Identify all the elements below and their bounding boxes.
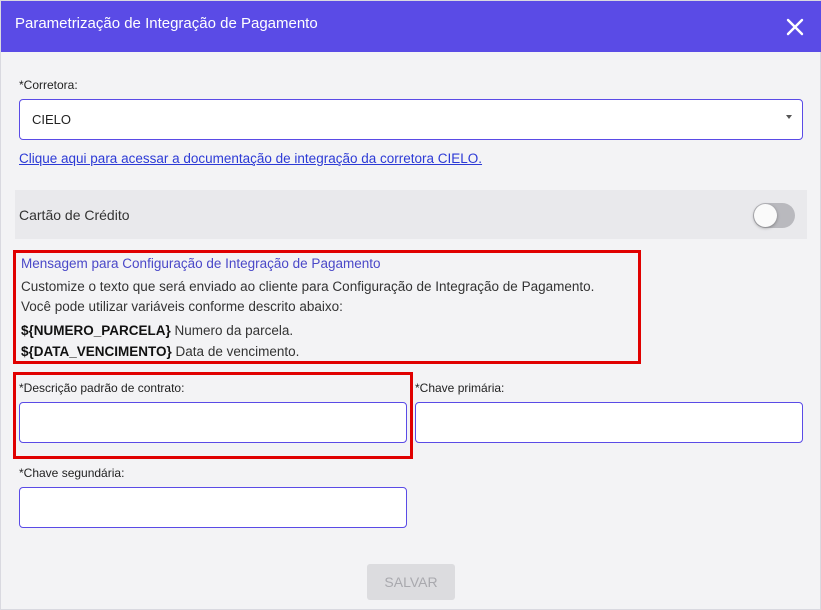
credit-card-label: Cartão de Crédito <box>19 207 130 223</box>
corretora-select-value: CIELO <box>32 112 72 127</box>
corretora-select[interactable]: CIELO <box>19 99 803 140</box>
variable-name: ${DATA_VENCIMENTO} <box>21 344 172 359</box>
toggle-knob <box>754 204 777 227</box>
integration-docs-link[interactable]: Clique aqui para acessar a documentação … <box>19 151 482 166</box>
message-info-box: Mensagem para Configuração de Integração… <box>13 250 641 364</box>
dialog-title: Parametrização de Integração de Pagament… <box>15 15 318 32</box>
message-line-2: Você pode utilizar variáveis conforme de… <box>21 299 343 314</box>
variable-row: ${DATA_VENCIMENTO} Data de vencimento. <box>21 344 299 359</box>
message-line-1: Customize o texto que será enviado ao cl… <box>21 279 595 294</box>
credit-card-toggle[interactable] <box>753 203 795 228</box>
save-button[interactable]: SALVAR <box>367 564 455 600</box>
corretora-label: *Corretora: <box>19 78 78 92</box>
chave-primaria-input[interactable] <box>415 402 803 443</box>
dialog-header: Parametrização de Integração de Pagament… <box>1 1 821 52</box>
chave-secundaria-label: *Chave segundária: <box>19 466 125 480</box>
variable-desc: Numero da parcela. <box>174 323 294 338</box>
descricao-input[interactable] <box>19 402 407 443</box>
close-icon <box>786 18 804 36</box>
payment-integration-dialog: Parametrização de Integração de Pagament… <box>0 0 821 610</box>
variable-desc: Data de vencimento. <box>175 344 300 359</box>
variable-name: ${NUMERO_PARCELA} <box>21 323 171 338</box>
chave-primaria-label: *Chave primária: <box>415 381 505 395</box>
close-button[interactable] <box>784 16 806 38</box>
credit-card-row: Cartão de Crédito <box>15 190 807 239</box>
descricao-label: *Descrição padrão de contrato: <box>19 381 185 395</box>
variable-row: ${NUMERO_PARCELA} Numero da parcela. <box>21 323 293 338</box>
caret-down-icon <box>786 115 792 119</box>
message-title: Mensagem para Configuração de Integração… <box>21 256 381 271</box>
chave-secundaria-input[interactable] <box>19 487 407 528</box>
